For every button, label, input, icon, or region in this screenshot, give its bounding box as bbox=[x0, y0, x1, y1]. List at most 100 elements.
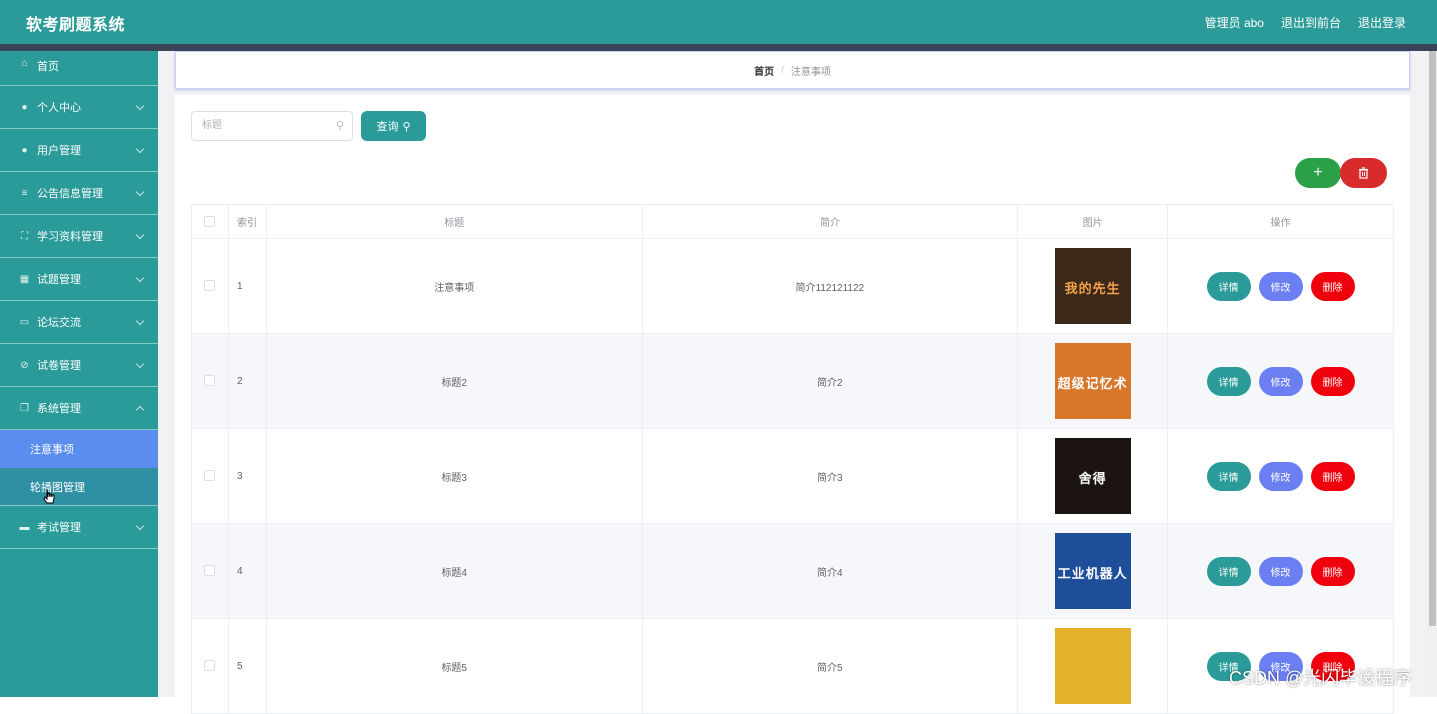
trash-icon bbox=[1359, 167, 1368, 179]
row-checkbox[interactable] bbox=[204, 660, 216, 672]
select-all-checkbox[interactable] bbox=[204, 215, 216, 227]
sidebar-item-question-management[interactable]: ▦ 试题管理 bbox=[0, 258, 158, 301]
cover-image: 舍得 bbox=[1054, 438, 1131, 514]
grid-icon: ▦ bbox=[19, 273, 30, 285]
row-checkbox[interactable] bbox=[204, 470, 216, 482]
row-select-cell[interactable] bbox=[191, 428, 229, 524]
sidebar-item-home[interactable]: ⌂ 首页 bbox=[0, 51, 158, 86]
sidebar: ⌂ 首页 ● 个人中心 ● 用户管理 ≡ 公告信息管理 ⛶ 学习资料管理 ▦ 试… bbox=[0, 51, 158, 697]
submenu-item-carousel[interactable]: 轮播图管理 bbox=[0, 468, 158, 506]
chevron-down-icon bbox=[135, 144, 145, 154]
row-index: 4 bbox=[227, 523, 267, 619]
detail-button[interactable]: 详情 bbox=[1206, 366, 1251, 396]
submenu-item-label: 轮播图管理 bbox=[30, 481, 85, 494]
sidebar-item-system-management[interactable]: ❐ 系统管理 bbox=[0, 387, 158, 430]
row-title: 标题3 bbox=[265, 428, 643, 524]
edit-button[interactable]: 修改 bbox=[1258, 366, 1303, 396]
row-checkbox[interactable] bbox=[204, 565, 216, 577]
row-image-cell: 舍得 bbox=[1017, 428, 1169, 524]
user-icon: ● bbox=[21, 101, 28, 113]
delete-button[interactable]: 删除 bbox=[1310, 461, 1355, 491]
cover-image: 工业机器人 bbox=[1054, 533, 1131, 609]
sidebar-item-personal-center[interactable]: ● 个人中心 bbox=[0, 86, 158, 129]
sidebar-item-label: 个人中心 bbox=[37, 102, 81, 114]
sidebar-item-paper-management[interactable]: ⊘ 试卷管理 bbox=[0, 344, 158, 387]
row-index: 5 bbox=[227, 618, 267, 714]
sidebar-item-notice-management[interactable]: ≡ 公告信息管理 bbox=[0, 172, 158, 215]
sidebar-item-user-management[interactable]: ● 用户管理 bbox=[0, 129, 158, 172]
list-panel: 标题 ⚲ 查询 ⚲ + 索引 标题 简介 图片 操作 1 注意事项 简介1121… bbox=[175, 95, 1410, 714]
edit-button[interactable]: 修改 bbox=[1258, 271, 1303, 301]
sidebar-item-forum[interactable]: ▭ 论坛交流 bbox=[0, 301, 158, 344]
table-row: 2 标题2 简介2 超级记忆术 详情 修改 删除 bbox=[191, 333, 1394, 429]
sidebar-item-study-material[interactable]: ⛶ 学习资料管理 bbox=[0, 215, 158, 258]
row-select-cell[interactable] bbox=[191, 618, 229, 714]
main-content: 首页 / 注意事项 标题 ⚲ 查询 ⚲ + 索引 标题 简介 图片 操作 1 注… bbox=[158, 51, 1428, 714]
copy-icon: ❐ bbox=[20, 402, 29, 414]
cover-image bbox=[1054, 628, 1131, 704]
detail-button[interactable]: 详情 bbox=[1206, 271, 1251, 301]
delete-button[interactable]: 删除 bbox=[1310, 556, 1355, 586]
header-image: 图片 bbox=[1017, 204, 1169, 239]
row-select-cell[interactable] bbox=[191, 333, 229, 429]
row-checkbox[interactable] bbox=[204, 280, 216, 292]
logout-link[interactable]: 退出登录 bbox=[1358, 14, 1406, 31]
table-row: 3 标题3 简介3 舍得 详情 修改 删除 bbox=[191, 428, 1394, 524]
edit-button[interactable]: 修改 bbox=[1258, 461, 1303, 491]
chevron-down-icon bbox=[135, 230, 145, 240]
submenu-item-label: 注意事项 bbox=[30, 444, 74, 456]
top-header: 软考刷题系统 管理员 abo 退出到前台 退出登录 bbox=[0, 0, 1437, 44]
row-checkbox[interactable] bbox=[204, 375, 216, 387]
sidebar-item-exam-management[interactable]: ▬ 考试管理 bbox=[0, 506, 158, 549]
submenu-item-notes[interactable]: 注意事项 bbox=[0, 430, 158, 468]
cover-text: 我的先生 bbox=[1064, 281, 1121, 296]
cover-text: 超级记忆术 bbox=[1057, 376, 1128, 391]
frame-icon: ⛶ bbox=[21, 230, 28, 242]
home-icon: ⌂ bbox=[21, 58, 28, 69]
row-image-cell: 工业机器人 bbox=[1017, 523, 1169, 619]
delete-button[interactable]: 删除 bbox=[1310, 366, 1355, 396]
row-title: 标题4 bbox=[265, 523, 643, 619]
batch-delete-button[interactable] bbox=[1340, 158, 1387, 188]
sidebar-item-label: 考试管理 bbox=[37, 522, 81, 534]
scrollbar-thumb[interactable] bbox=[1429, 51, 1436, 626]
search-input[interactable]: 标题 ⚲ bbox=[191, 111, 353, 141]
detail-button[interactable]: 详情 bbox=[1206, 461, 1251, 491]
row-select-cell[interactable] bbox=[191, 238, 229, 334]
edit-button[interactable]: 修改 bbox=[1258, 556, 1303, 586]
plus-icon: + bbox=[1313, 164, 1323, 181]
row-image-cell bbox=[1017, 618, 1169, 714]
row-title: 标题5 bbox=[265, 618, 643, 714]
header-links: 管理员 abo 退出到前台 退出登录 bbox=[1205, 14, 1406, 31]
cover-text: 舍得 bbox=[1078, 471, 1107, 486]
chevron-down-icon bbox=[135, 187, 145, 197]
admin-label[interactable]: 管理员 abo bbox=[1205, 14, 1264, 31]
table-row: 5 标题5 简介5 详情 修改 删除 bbox=[191, 618, 1394, 714]
sidebar-item-label: 论坛交流 bbox=[37, 317, 81, 329]
list-icon: ≡ bbox=[21, 187, 28, 199]
breadcrumb-home[interactable]: 首页 bbox=[754, 63, 774, 78]
select-all-cell[interactable] bbox=[191, 204, 229, 239]
header-title: 标题 bbox=[265, 204, 643, 239]
query-button[interactable]: 查询 ⚲ bbox=[361, 111, 426, 141]
detail-button[interactable]: 详情 bbox=[1206, 556, 1251, 586]
chevron-down-icon bbox=[135, 101, 145, 111]
row-index: 2 bbox=[227, 333, 267, 429]
data-table: 索引 标题 简介 图片 操作 1 注意事项 简介112121122 我的先生 详情 修改删… bbox=[191, 204, 1394, 714]
row-actions-cell: 详情 修改 删除 bbox=[1167, 333, 1394, 429]
compass-icon: ⊘ bbox=[20, 359, 29, 371]
row-intro: 简介5 bbox=[641, 618, 1019, 714]
back-to-front-link[interactable]: 退出到前台 bbox=[1281, 14, 1341, 31]
row-intro: 简介3 bbox=[641, 428, 1019, 524]
scrollbar[interactable] bbox=[1428, 51, 1437, 697]
sidebar-item-label: 首页 bbox=[37, 61, 59, 73]
system-submenu: 注意事项 轮播图管理 bbox=[0, 430, 158, 506]
table-header-row: 索引 标题 简介 图片 操作 bbox=[191, 204, 1394, 239]
sidebar-item-label: 用户管理 bbox=[37, 145, 81, 157]
row-select-cell[interactable] bbox=[191, 523, 229, 619]
chevron-down-icon bbox=[135, 316, 145, 326]
add-button[interactable]: + bbox=[1295, 158, 1341, 188]
sidebar-item-label: 学习资料管理 bbox=[37, 231, 103, 243]
delete-button[interactable]: 删除 bbox=[1310, 271, 1355, 301]
sidebar-item-label: 试题管理 bbox=[37, 274, 81, 286]
